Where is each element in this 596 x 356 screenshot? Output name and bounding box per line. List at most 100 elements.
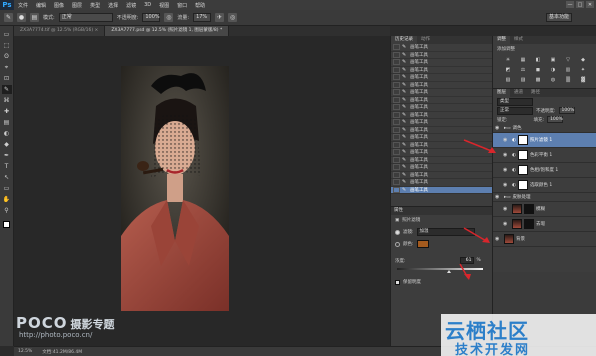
tool-9-icon[interactable]: ◐ (2, 129, 12, 138)
layer-row[interactable]: ◉ ◐ 色彩平衡 1 (493, 148, 596, 163)
layer-thumbnail[interactable] (512, 204, 522, 214)
tool-0-icon[interactable]: ▭ (2, 30, 12, 39)
history-item[interactable]: ✎ 画笔工具 (391, 59, 492, 67)
pressure-size-icon[interactable]: ◎ (228, 13, 238, 22)
history-item[interactable]: ✎ 画笔工具 (391, 51, 492, 59)
adjustment-13-icon[interactable]: ▨ (518, 76, 528, 83)
history-snapshot-checkbox[interactable] (393, 111, 400, 118)
history-item[interactable]: ✎ 画笔工具 (391, 179, 492, 187)
airbrush-icon[interactable]: ✈ (215, 13, 225, 22)
layer-opacity-field[interactable]: 100% (558, 107, 575, 114)
tool-5-icon[interactable]: ✎ (1, 85, 12, 94)
history-item[interactable]: ✎ 画笔工具 (391, 111, 492, 119)
tool-12-icon[interactable]: T (2, 162, 12, 171)
adjustment-2-icon[interactable]: ◧ (533, 56, 543, 63)
visibility-eye-icon[interactable]: ◉ (503, 152, 510, 158)
tab-document-1[interactable]: ZX3A7774.tif @ 12.5% (RGB/16) × (14, 26, 106, 36)
history-snapshot-checkbox[interactable] (393, 156, 400, 163)
adjustment-17-icon[interactable]: ▓ (578, 76, 588, 83)
adjustment-9-icon[interactable]: ◑ (548, 66, 558, 73)
brush-panel-icon[interactable]: ▤ (30, 13, 39, 22)
adjustment-1-icon[interactable]: ▦ (518, 56, 528, 63)
menu-item-1[interactable]: 编辑 (32, 2, 50, 9)
tool-2-icon[interactable]: ʘ (2, 52, 12, 61)
history-snapshot-checkbox[interactable] (393, 126, 400, 133)
history-item[interactable]: ✎ 画笔工具 (391, 119, 492, 127)
adjustment-3-icon[interactable]: ▣ (548, 56, 558, 63)
menu-item-4[interactable]: 类型 (86, 2, 104, 9)
menu-item-0[interactable]: 文件 (14, 2, 32, 9)
history-item[interactable]: ✎ 画笔工具 (391, 89, 492, 97)
adjustment-7-icon[interactable]: ⚖ (518, 66, 528, 73)
visibility-eye-icon[interactable]: ◉ (495, 125, 502, 131)
history-snapshot-checkbox[interactable] (393, 179, 400, 186)
layer-mask-thumbnail[interactable] (517, 150, 528, 160)
color-swatch[interactable] (416, 240, 429, 248)
history-item[interactable]: ✎ 画笔工具 (391, 96, 492, 104)
history-item[interactable]: ✎ 画笔工具 (391, 186, 492, 194)
visibility-eye-icon[interactable]: ◉ (503, 137, 510, 143)
portrait-photo[interactable] (121, 66, 229, 311)
layer-mask-thumbnail[interactable] (517, 165, 528, 175)
layer-row[interactable]: ◉ ◐ 选取颜色 1 (493, 178, 596, 193)
history-snapshot-checkbox[interactable] (393, 59, 400, 66)
flow-field[interactable]: 17% (193, 13, 212, 22)
brush-preset-icon[interactable]: ✎ (4, 13, 13, 22)
tool-10-icon[interactable]: ◆ (2, 140, 12, 149)
menu-item-3[interactable]: 图层 (68, 2, 86, 9)
menu-item-6[interactable]: 滤镜 (122, 2, 140, 9)
workspace-select[interactable]: 基本功能 (546, 13, 572, 22)
visibility-eye-icon[interactable]: ◉ (503, 221, 510, 227)
tool-8-icon[interactable]: ▤ (2, 118, 12, 127)
history-item[interactable]: ✎ 画笔工具 (391, 104, 492, 112)
density-slider-thumb[interactable] (447, 270, 452, 273)
history-item[interactable]: ✎ 画笔工具 (391, 171, 492, 179)
minimize-button[interactable]: — (566, 1, 574, 8)
adjustment-5-icon[interactable]: ◆ (578, 56, 588, 63)
tool-16-icon[interactable]: ⚲ (2, 206, 12, 215)
tab-styles[interactable]: 样式 (510, 36, 527, 44)
menu-item-5[interactable]: 选择 (104, 2, 122, 9)
layer-mask-thumbnail[interactable] (517, 135, 528, 145)
adjustment-12-icon[interactable]: ▧ (503, 76, 513, 83)
mode-select[interactable]: 正常 (58, 13, 113, 22)
brush-size-icon[interactable]: ● (17, 13, 26, 22)
pressure-opacity-icon[interactable]: ◎ (164, 13, 174, 22)
history-item[interactable]: ✎ 画笔工具 (391, 74, 492, 82)
menu-item-10[interactable]: 帮助 (191, 2, 209, 9)
layer-row[interactable]: ◉ 背景 (493, 232, 596, 247)
tab-actions[interactable]: 动作 (417, 36, 434, 44)
visibility-eye-icon[interactable]: ◉ (503, 167, 510, 173)
tool-13-icon[interactable]: ↖ (2, 173, 12, 182)
history-item[interactable]: ✎ 画笔工具 (391, 126, 492, 134)
history-item[interactable]: ✎ 画笔工具 (391, 81, 492, 89)
layer-row[interactable]: ◉ ◐ 照片滤镜 1 (493, 133, 596, 148)
layer-row[interactable]: ◉ ▸▭ 调色 (493, 124, 596, 133)
history-snapshot-checkbox[interactable] (393, 74, 400, 81)
tab-paths[interactable]: 路径 (527, 89, 544, 97)
layer-mask-thumbnail[interactable] (524, 219, 534, 229)
menu-item-8[interactable]: 视图 (155, 2, 173, 9)
history-snapshot-checkbox[interactable] (393, 186, 400, 193)
layer-row[interactable]: ◉ ▸▭ 皮肤处理 (493, 193, 596, 202)
history-snapshot-checkbox[interactable] (393, 141, 400, 148)
fill-field[interactable]: 100% (547, 116, 564, 123)
opacity-field[interactable]: 100% (142, 13, 161, 22)
adjustment-0-icon[interactable]: ☀ (503, 56, 513, 63)
preserve-luminosity-checkbox[interactable] (395, 279, 400, 285)
canvas-area[interactable] (14, 36, 390, 346)
layer-kind-filter[interactable]: 类型 (497, 97, 533, 106)
tool-6-icon[interactable]: ⌘ (2, 96, 12, 105)
layer-thumbnail[interactable] (512, 219, 522, 229)
menu-item-9[interactable]: 窗口 (173, 2, 191, 9)
tool-15-icon[interactable]: ✋ (2, 195, 12, 204)
tool-4-icon[interactable]: ⊡ (2, 74, 12, 83)
history-snapshot-checkbox[interactable] (393, 51, 400, 58)
history-snapshot-checkbox[interactable] (393, 119, 400, 126)
foreground-color-swatch[interactable] (3, 221, 10, 228)
history-item[interactable]: ✎ 画笔工具 (391, 44, 492, 52)
tab-channels[interactable]: 通道 (510, 89, 527, 97)
layer-row[interactable]: ◉ 模糊 (493, 202, 596, 217)
menu-item-7[interactable]: 3D (140, 2, 155, 9)
adjustment-6-icon[interactable]: ◩ (503, 66, 513, 73)
